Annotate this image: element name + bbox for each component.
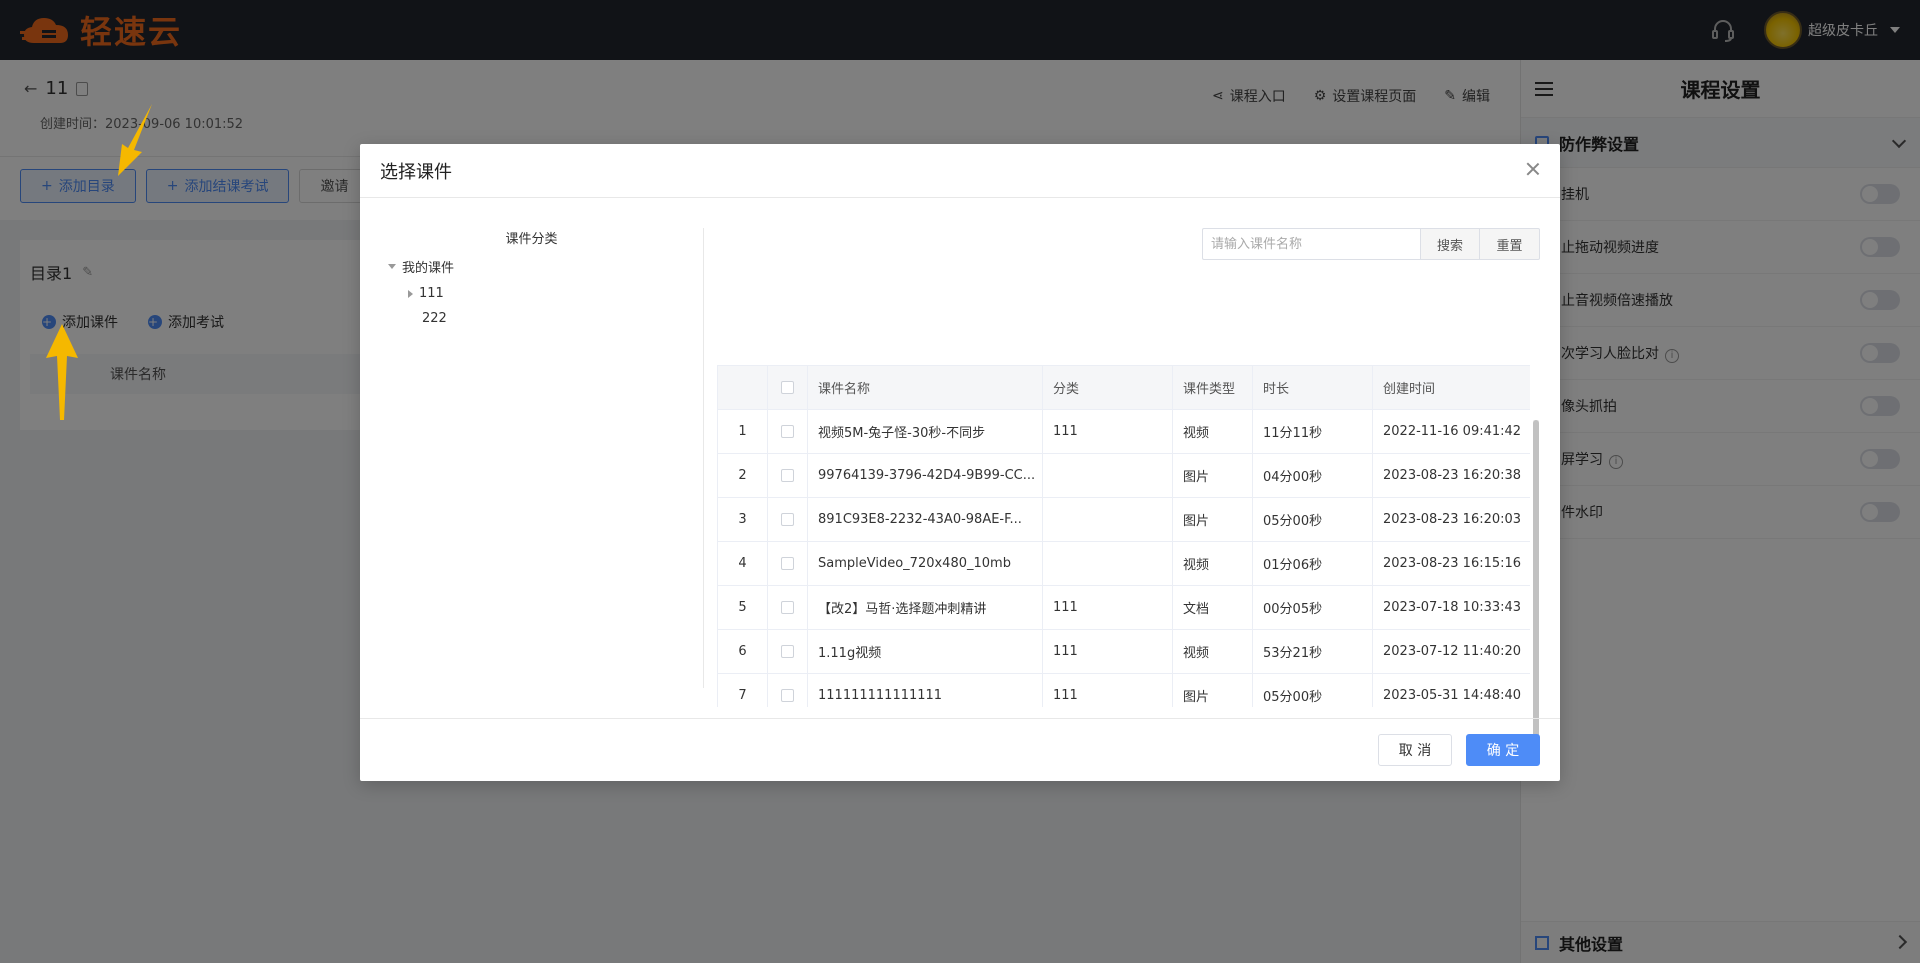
tree-node-222[interactable]: 222 <box>360 311 703 326</box>
row-checkbox-cell[interactable] <box>767 409 808 454</box>
table-header-row: 课件名称 分类 课件类型 时长 创建时间 <box>717 365 1530 410</box>
duration-cell: 05分00秒 <box>1252 497 1373 542</box>
row-checkbox[interactable] <box>781 645 794 658</box>
course-name-cell: 1.11g视频 <box>807 629 1043 674</box>
duration-cell: 00分05秒 <box>1252 585 1373 630</box>
select-all-checkbox[interactable] <box>781 381 794 394</box>
row-checkbox-cell[interactable] <box>767 585 808 630</box>
row-index: 7 <box>717 673 768 707</box>
course-name-cell: 99764139-3796-42D4-9B99-CC... <box>807 453 1043 498</box>
table-row[interactable]: 2 99764139-3796-42D4-9B99-CC... 图片 04分00秒 20… <box>717 453 1530 498</box>
table-row[interactable]: 4 SampleVideo_720x480_10mb 视频 01分06秒 2023-08… <box>717 541 1530 586</box>
course-table: 课件名称 分类 课件类型 时长 创建时间 1 视频5M-兔子怪-30秒-不同步 11… <box>717 365 1530 707</box>
caret-right-icon <box>408 289 413 298</box>
search-bar: 搜索 重置 <box>1202 228 1540 260</box>
row-index: 5 <box>717 585 768 630</box>
tree-node-111[interactable]: 111 <box>360 286 703 301</box>
col-course-name: 课件名称 <box>807 365 1043 410</box>
created-time-cell: 2023-08-23 16:15:16 <box>1372 541 1530 586</box>
annotation-arrow-icon <box>118 104 152 176</box>
category-cell <box>1042 541 1173 586</box>
created-time-cell: 2023-07-18 10:33:43 <box>1372 585 1530 630</box>
row-checkbox-cell[interactable] <box>767 629 808 674</box>
duration-cell: 11分11秒 <box>1252 409 1373 454</box>
table-row[interactable]: 1 视频5M-兔子怪-30秒-不同步 111 视频 11分11秒 2022-11-16 0… <box>717 409 1530 454</box>
select-all-checkbox-cell[interactable] <box>767 365 808 410</box>
col-created-time: 创建时间 <box>1372 365 1530 410</box>
row-index: 4 <box>717 541 768 586</box>
row-checkbox[interactable] <box>781 425 794 438</box>
category-cell: 111 <box>1042 409 1173 454</box>
course-name-cell: 【改2】马哲·选择题冲刺精讲 <box>807 585 1043 630</box>
duration-cell: 01分06秒 <box>1252 541 1373 586</box>
row-checkbox-cell[interactable] <box>767 453 808 498</box>
select-course-dialog: 选择课件 课件分类 我的课件 111 222 搜索 重置 <box>360 144 1560 781</box>
table-row[interactable]: 5 【改2】马哲·选择题冲刺精讲 111 文档 00分05秒 2023-07-18 10:… <box>717 585 1530 630</box>
row-checkbox[interactable] <box>781 689 794 702</box>
col-type: 课件类型 <box>1172 365 1253 410</box>
tree-node-root[interactable]: 我的课件 <box>360 257 703 276</box>
created-time-cell: 2023-07-12 11:40:20 <box>1372 629 1530 674</box>
tree-title: 课件分类 <box>505 232 558 247</box>
row-checkbox-cell[interactable] <box>767 541 808 586</box>
table-row[interactable]: 3 891C93E8-2232-43A0-98AE-F... 图片 05分00秒 202… <box>717 497 1530 542</box>
row-checkbox[interactable] <box>781 601 794 614</box>
category-cell <box>1042 453 1173 498</box>
course-name-cell: 视频5M-兔子怪-30秒-不同步 <box>807 409 1043 454</box>
close-icon[interactable] <box>1524 160 1542 178</box>
confirm-button[interactable]: 确 定 <box>1466 734 1540 766</box>
row-checkbox[interactable] <box>781 513 794 526</box>
type-cell: 图片 <box>1172 453 1253 498</box>
type-cell: 文档 <box>1172 585 1253 630</box>
row-index: 3 <box>717 497 768 542</box>
row-checkbox[interactable] <box>781 469 794 482</box>
course-name-cell: 891C93E8-2232-43A0-98AE-F... <box>807 497 1043 542</box>
cancel-button[interactable]: 取 消 <box>1378 734 1452 766</box>
course-name-cell: SampleVideo_720x480_10mb <box>807 541 1043 586</box>
category-cell: 111 <box>1042 585 1173 630</box>
row-index: 2 <box>717 453 768 498</box>
type-cell: 图片 <box>1172 673 1253 707</box>
type-cell: 视频 <box>1172 629 1253 674</box>
table-row[interactable]: 7 111111111111111 111 图片 05分00秒 2023-05-31 14… <box>717 673 1530 707</box>
category-cell: 111 <box>1042 673 1173 707</box>
category-cell: 111 <box>1042 629 1173 674</box>
created-time-cell: 2022-11-16 09:41:42 <box>1372 409 1530 454</box>
duration-cell: 05分00秒 <box>1252 673 1373 707</box>
row-checkbox-cell[interactable] <box>767 673 808 707</box>
search-input[interactable] <box>1202 228 1420 260</box>
row-index: 6 <box>717 629 768 674</box>
course-name-cell: 111111111111111 <box>807 673 1043 707</box>
created-time-cell: 2023-08-23 16:20:03 <box>1372 497 1530 542</box>
caret-down-icon <box>388 264 396 269</box>
created-time-cell: 2023-08-23 16:20:38 <box>1372 453 1530 498</box>
col-index <box>717 365 768 410</box>
category-tree: 课件分类 我的课件 111 222 <box>360 228 704 688</box>
dialog-title: 选择课件 <box>380 161 452 183</box>
duration-cell: 04分00秒 <box>1252 453 1373 498</box>
annotation-arrow-icon <box>46 324 78 420</box>
table-row[interactable]: 6 1.11g视频 111 视频 53分21秒 2023-07-12 11:40:20 <box>717 629 1530 674</box>
search-button[interactable]: 搜索 <box>1420 228 1480 260</box>
type-cell: 视频 <box>1172 409 1253 454</box>
col-duration: 时长 <box>1252 365 1373 410</box>
duration-cell: 53分21秒 <box>1252 629 1373 674</box>
category-cell <box>1042 497 1173 542</box>
col-category: 分类 <box>1042 365 1173 410</box>
row-index: 1 <box>717 409 768 454</box>
created-time-cell: 2023-05-31 14:48:40 <box>1372 673 1530 707</box>
type-cell: 图片 <box>1172 497 1253 542</box>
reset-button[interactable]: 重置 <box>1480 228 1540 260</box>
row-checkbox[interactable] <box>781 557 794 570</box>
type-cell: 视频 <box>1172 541 1253 586</box>
row-checkbox-cell[interactable] <box>767 497 808 542</box>
table-scrollbar[interactable] <box>1533 420 1539 740</box>
